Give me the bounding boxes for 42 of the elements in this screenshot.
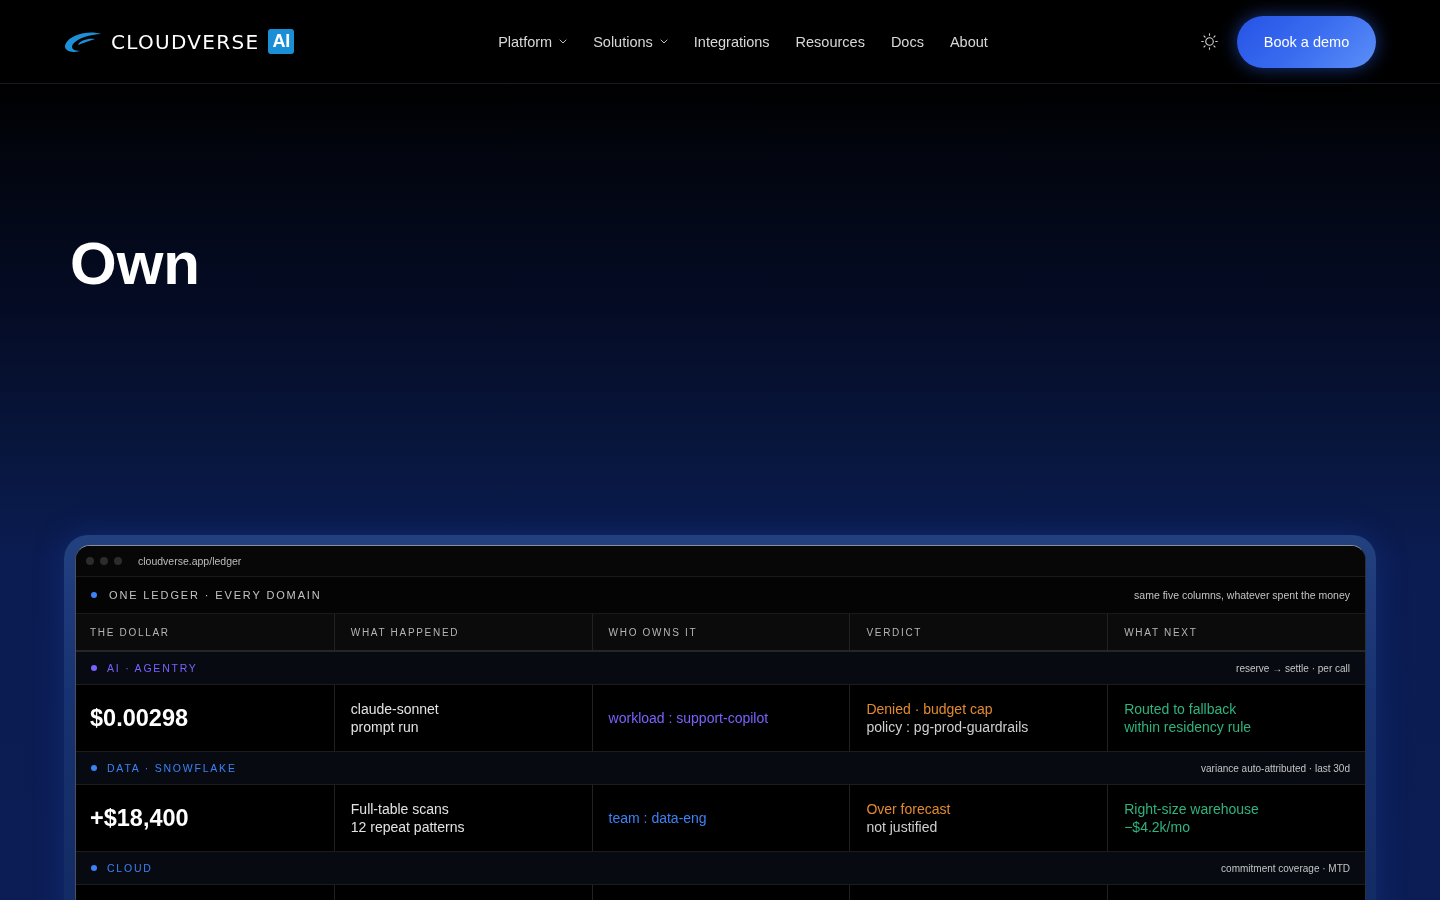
column-header: WHAT HAPPENED	[350, 626, 460, 638]
column-header: VERDICT	[866, 626, 923, 638]
section-note: variance auto-attributed · last 30d	[1201, 762, 1350, 774]
section-label: DATA · SNOWFLAKE	[107, 762, 237, 774]
nav-link[interactable]: Solutions	[593, 33, 668, 50]
column-header: WHAT NEXT	[1124, 626, 1198, 638]
theme-toggle-icon[interactable]	[1201, 33, 1218, 50]
logo-icon	[64, 30, 102, 53]
window-dot-icon	[100, 557, 108, 565]
nav-link[interactable]: About	[949, 33, 988, 50]
section-note: commitment coverage · MTD	[1221, 862, 1350, 874]
nav-link[interactable]: Resources	[795, 33, 865, 50]
column-header: THE DOLLAR	[90, 626, 170, 638]
column-header: WHO OWNS IT	[608, 626, 698, 638]
verdict-status: Denied · budget cap	[866, 700, 993, 718]
event-text: Full-table scans 12 repeat patterns	[350, 800, 465, 836]
ledger-subtitle: same five columns, whatever spent the money	[1134, 589, 1350, 601]
next-step-text: Routed to fallback within residency rule	[1124, 700, 1252, 736]
verdict-detail: policy : pg-prod-guardrails	[866, 718, 1029, 736]
brand-badge: AI	[268, 29, 295, 54]
section-note: reserve → settle · per call	[1236, 662, 1350, 674]
nav-link[interactable]: Platform	[498, 33, 568, 50]
brand-name: CLOUDVERSE	[111, 29, 260, 54]
owner-text: team : data-eng	[608, 810, 707, 826]
verdict-status: Over forecast	[866, 800, 951, 818]
amount-text: $0.00298	[90, 704, 189, 732]
next-step-text: Right-size warehouse −$4.2k/mo	[1124, 800, 1259, 836]
event-text: claude-sonnet prompt run	[350, 700, 439, 736]
hero-heading: Own	[70, 234, 200, 294]
status-dot-icon	[91, 592, 97, 598]
section-label: AI · AGENTRY	[107, 662, 198, 674]
window-dot-icon	[86, 557, 94, 565]
nav-link[interactable]: Integrations	[693, 33, 770, 50]
window-dot-icon	[114, 557, 122, 565]
nav-link[interactable]: Docs	[890, 33, 924, 50]
verdict-detail: not justified	[866, 818, 938, 836]
book-demo-button[interactable]: Book a demo	[1237, 15, 1376, 68]
owner-text: workload : support-copilot	[608, 710, 769, 726]
ledger-title: ONE LEDGER · EVERY DOMAIN	[109, 589, 322, 601]
url-text: cloudverse.app/ledger	[138, 555, 242, 567]
amount-text: +$18,400	[90, 804, 189, 832]
section-label: CLOUD	[107, 862, 153, 874]
